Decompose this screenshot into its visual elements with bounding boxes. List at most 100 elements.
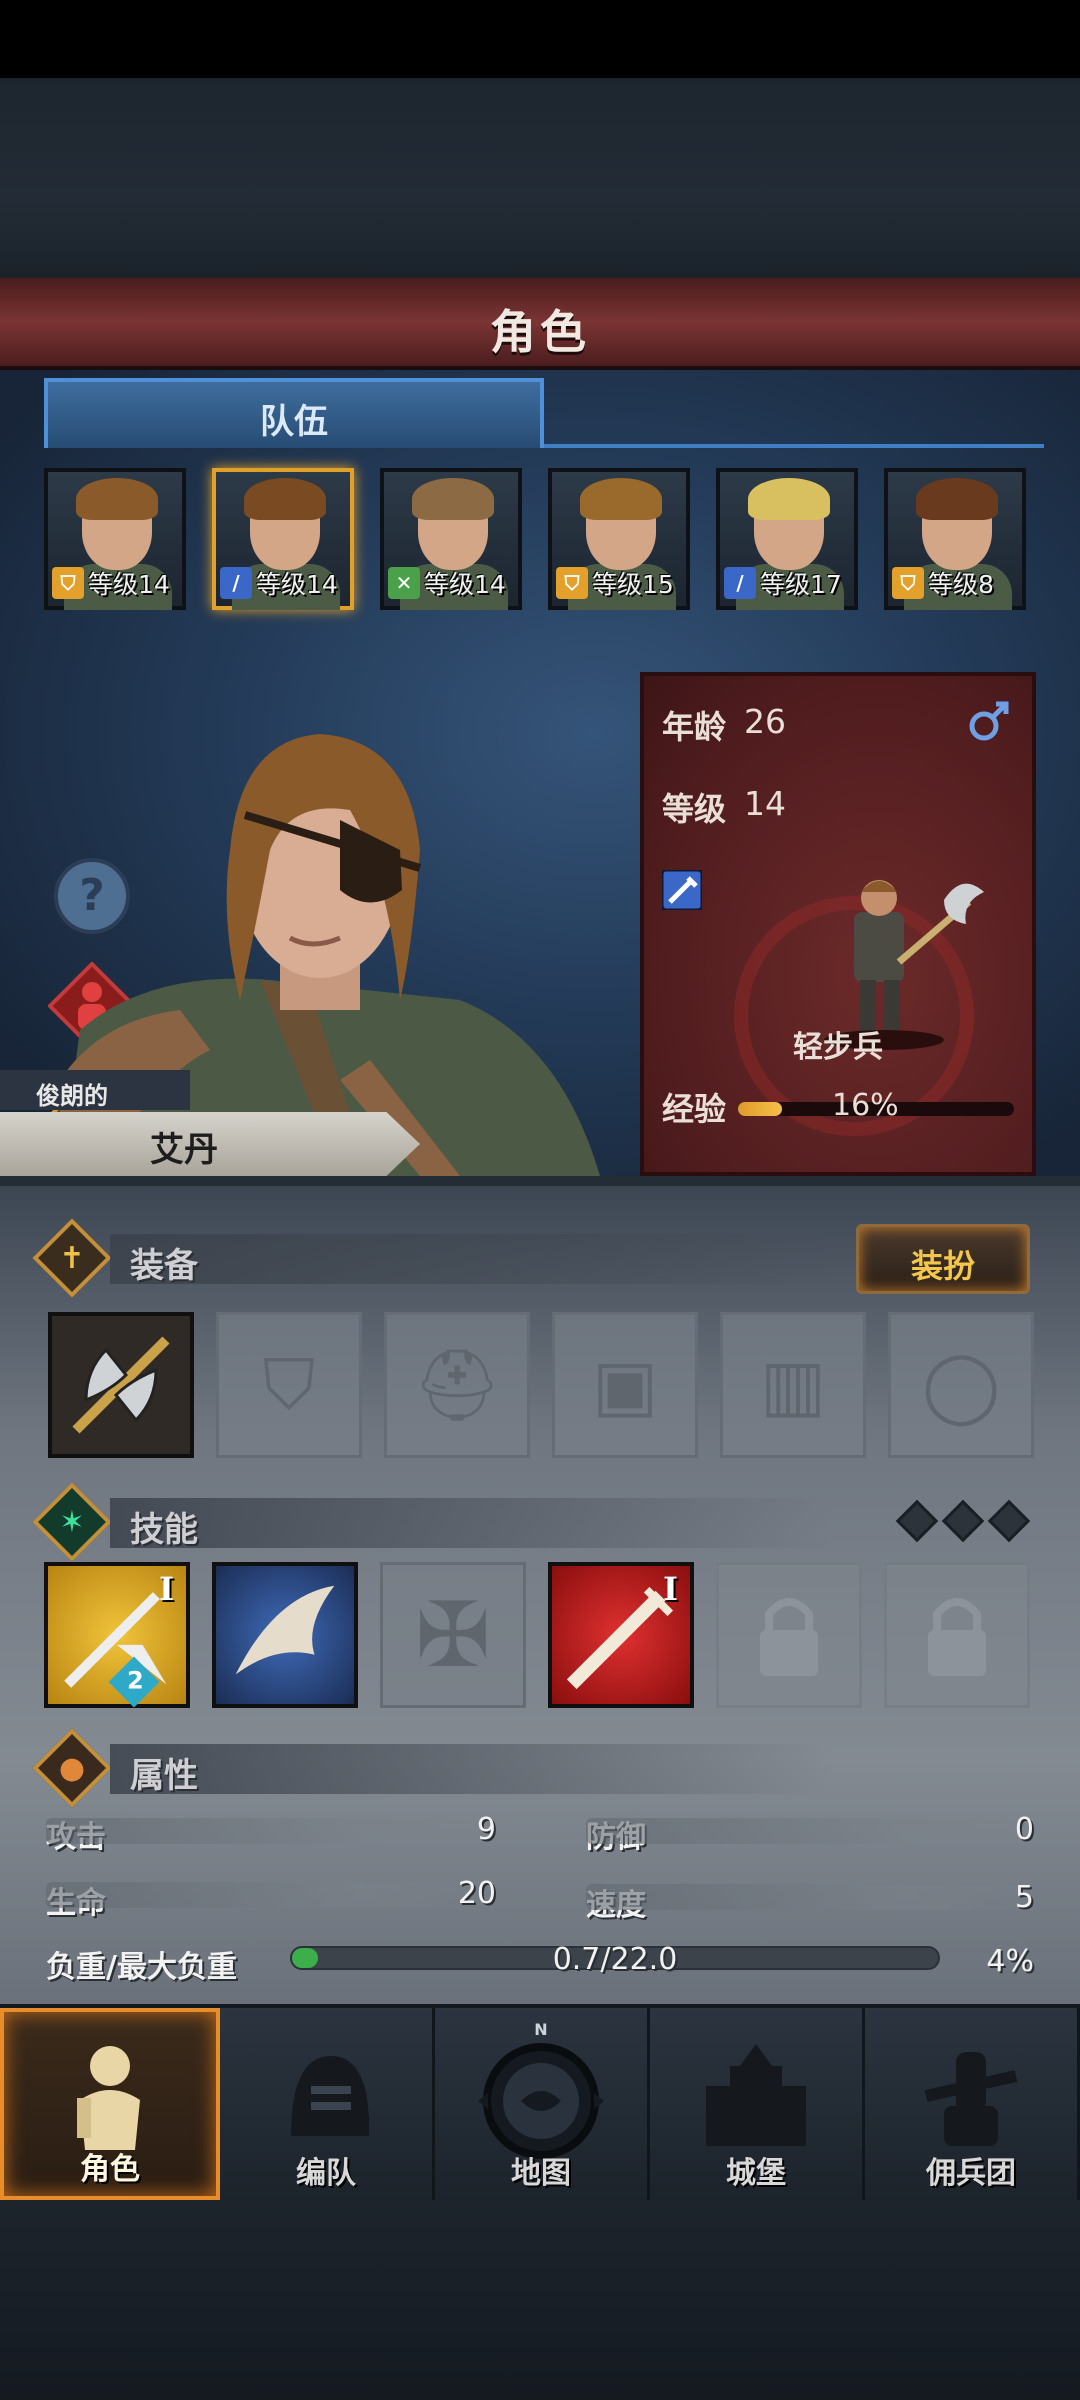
- skill-slot[interactable]: ✠: [380, 1562, 526, 1708]
- compass-icon: N: [435, 2021, 647, 2159]
- equipment-slot[interactable]: ⛑: [384, 1312, 530, 1458]
- unit-type: 轻步兵: [793, 1030, 883, 1065]
- attributes-header: ● 属性: [32, 1728, 1040, 1808]
- skill-slot[interactable]: I2: [44, 1562, 190, 1708]
- roster-level: 等级17: [760, 570, 842, 599]
- skill-slot[interactable]: I: [548, 1562, 694, 1708]
- attributes-title: 属性: [130, 1756, 198, 1796]
- svg-text:N: N: [534, 2021, 547, 2039]
- tab-team-label: 队伍: [260, 402, 328, 442]
- age-value: 26: [744, 702, 786, 741]
- nav-label: 编队: [296, 2156, 356, 2191]
- male-icon: [969, 701, 1009, 741]
- nav-label: 角色: [80, 2152, 140, 2187]
- skill-slot: [884, 1562, 1030, 1708]
- shield-slot-icon: ⛉: [262, 1343, 316, 1426]
- sword-icon: /: [220, 567, 252, 599]
- equipment-slot[interactable]: ▥: [720, 1312, 866, 1458]
- portrait-hair: [580, 478, 662, 520]
- portrait-hair: [916, 478, 998, 520]
- skill-tier: I: [159, 1570, 174, 1608]
- castle-icon: [650, 2036, 862, 2156]
- armor-slot-icon: ▣: [591, 1344, 659, 1426]
- age-label: 年龄: [662, 708, 727, 746]
- roster-card[interactable]: ⛉ 等级15: [548, 468, 690, 610]
- top-background: [0, 78, 1080, 278]
- hp-bar: [46, 1882, 496, 1908]
- portrait-hair: [412, 478, 494, 520]
- sword-icon: [662, 870, 702, 910]
- nav-label: 佣兵团: [926, 2156, 1016, 2191]
- cross-icon: ✝: [59, 1240, 85, 1276]
- equipment-band: [110, 1234, 830, 1284]
- portrait-hair: [748, 478, 830, 520]
- roster-footer: ⛉ 等级14: [52, 564, 170, 602]
- knight-icon: [4, 2040, 216, 2160]
- game-screen: 角色 队伍 ⛉ 等级14/等级14 ✕ 等级14 ⛉ 等级15/等级17 ⛉ 等级8 ?: [0, 0, 1080, 2400]
- speed-bar: [586, 1884, 1036, 1910]
- equipment-title: 装备: [130, 1246, 198, 1286]
- nav-castle[interactable]: 城堡: [650, 2008, 865, 2200]
- status-bar: [0, 0, 1080, 78]
- shield-icon: ⛉: [556, 567, 588, 599]
- defense-value: 0: [1014, 1812, 1034, 1847]
- lock-icon: [760, 1598, 818, 1676]
- roster-footer: / 等级17: [724, 564, 842, 602]
- portrait-hair: [76, 478, 158, 520]
- roster-card[interactable]: ✕ 等级14: [380, 468, 522, 610]
- roster-level: 等级8: [928, 570, 994, 599]
- nav-compass[interactable]: N 地图: [435, 2008, 650, 2200]
- page-title: 角色: [490, 305, 590, 359]
- nav-label: 地图: [511, 2156, 571, 2191]
- tab-team[interactable]: 队伍: [44, 378, 544, 448]
- roster-footer: ✕ 等级14: [388, 564, 506, 602]
- skills-header: ✶ 技能: [32, 1482, 1040, 1562]
- shield-icon: ⛉: [892, 567, 924, 599]
- cross-skill-icon: ✠: [415, 1582, 491, 1688]
- hero-name: 艾丹: [150, 1130, 218, 1170]
- exp-bar-fill: [738, 1102, 783, 1116]
- helmet-icon: [220, 2036, 432, 2156]
- roster: ⛉ 等级14/等级14 ✕ 等级14 ⛉ 等级15/等级17 ⛉ 等级8: [44, 468, 1044, 614]
- load-value: 0.7/22.0: [552, 1942, 678, 1977]
- person-icon: ●: [58, 1750, 86, 1786]
- character-panel: 队伍 ⛉ 等级14/等级14 ✕ 等级14 ⛉ 等级15/等级17 ⛉ 等级8 ?: [0, 370, 1080, 1176]
- eagle-skill-icon: [235, 1585, 335, 1675]
- boots-slot-icon: ▥: [759, 1344, 827, 1426]
- info-card: 年龄 26 等级 14 轻步兵 经验 16%: [640, 672, 1036, 1176]
- defense-bar: [586, 1818, 1036, 1844]
- equipment-slot[interactable]: [48, 1312, 194, 1458]
- equipment-slot[interactable]: ◯: [888, 1312, 1034, 1458]
- roster-level: 等级14: [424, 570, 506, 599]
- fist-icon: [865, 2036, 1077, 2156]
- roster-card[interactable]: ⛉ 等级8: [884, 468, 1026, 610]
- sword-icon: /: [724, 567, 756, 599]
- level-label: 等级: [662, 790, 727, 828]
- nav-fist[interactable]: 佣兵团: [865, 2008, 1080, 2200]
- lock-icon: [928, 1598, 986, 1676]
- roster-card[interactable]: / 等级17: [716, 468, 858, 610]
- exp-percent: 16%: [832, 1088, 899, 1123]
- level-value: 14: [744, 784, 786, 823]
- skills-title: 技能: [130, 1510, 198, 1550]
- roster-level: 等级14: [256, 570, 338, 599]
- hero-name-plate[interactable]: 艾丹: [0, 1112, 420, 1176]
- equipment-slot[interactable]: ▣: [552, 1312, 698, 1458]
- exp-label: 经验: [662, 1090, 727, 1128]
- equipment-slot[interactable]: ⛉: [216, 1312, 362, 1458]
- nav-knight[interactable]: 角色: [0, 2008, 220, 2200]
- tab-bar: 队伍: [44, 378, 1044, 448]
- load-percent: 4%: [986, 1944, 1034, 1979]
- nav-helmet[interactable]: 编队: [220, 2008, 435, 2200]
- shield-icon: ⛉: [52, 567, 84, 599]
- attack-bar: [46, 1818, 496, 1844]
- dress-button[interactable]: 装扮: [856, 1224, 1030, 1294]
- title-banner: 角色: [0, 278, 1080, 370]
- hp-value: 20: [457, 1876, 496, 1911]
- roster-card[interactable]: ⛉ 等级14: [44, 468, 186, 610]
- roster-footer: ⛉ 等级15: [556, 564, 674, 602]
- roster-card[interactable]: / 等级14: [212, 468, 354, 610]
- hero-adjective-strip: 俊朗的: [0, 1070, 190, 1110]
- axe-icon: [72, 1336, 170, 1434]
- skill-slot[interactable]: [212, 1562, 358, 1708]
